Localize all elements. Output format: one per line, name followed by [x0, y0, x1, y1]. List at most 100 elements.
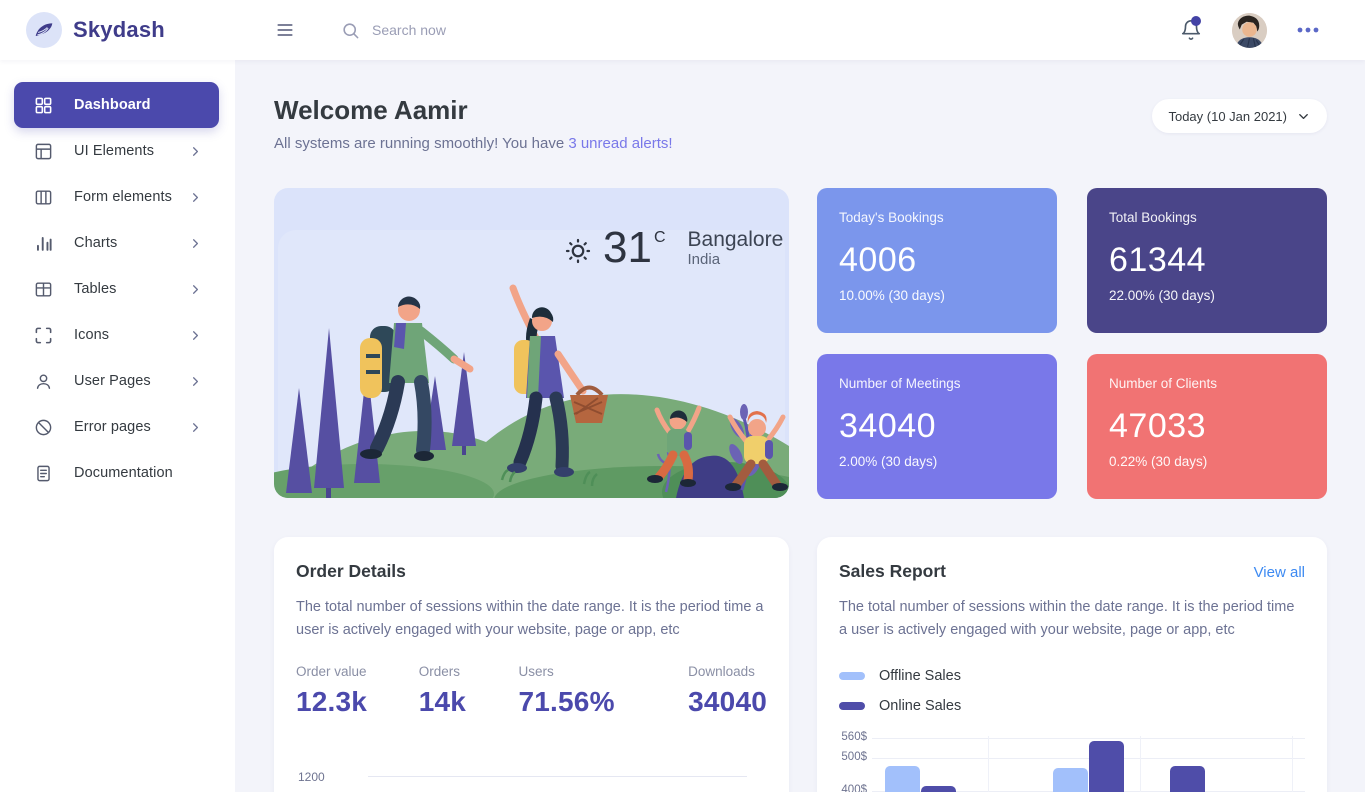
order-details-title: Order Details: [296, 561, 406, 581]
sidebar-item-documentation[interactable]: Documentation: [14, 450, 219, 496]
weather-widget: 31 C Bangalore India: [563, 226, 783, 270]
sidebar-item-label: UI Elements: [74, 143, 155, 159]
legend-item: Offline Sales: [839, 664, 1305, 688]
stat-card-number-of-meetings[interactable]: Number of Meetings 34040 2.00% (30 days): [817, 354, 1057, 499]
stat-card-today-s-bookings[interactable]: Today's Bookings 4006 10.00% (30 days): [817, 188, 1057, 333]
sidebar-item-ui-elements[interactable]: UI Elements: [14, 128, 219, 174]
table-icon: [34, 280, 53, 299]
slash-circle-icon: [34, 418, 53, 437]
stat-card-title: Number of Meetings: [839, 376, 961, 391]
ellipsis-icon[interactable]: [1297, 25, 1319, 35]
chevron-right-icon: [188, 328, 203, 343]
chevron-right-icon: [188, 420, 203, 435]
chevron-right-icon: [188, 144, 203, 159]
stat-cards-grid: Today's Bookings 4006 10.00% (30 days) T…: [817, 188, 1327, 499]
order-stat-label: Orders: [418, 663, 460, 679]
avatar[interactable]: [1232, 12, 1267, 48]
chevron-right-icon: [188, 282, 203, 297]
page-title: Welcome Aamir: [274, 95, 468, 125]
sidebar-item-icons[interactable]: Icons: [14, 312, 219, 358]
date-filter-dropdown[interactable]: Today (10 Jan 2021): [1152, 99, 1327, 133]
bar-online-sales[interactable]: [1089, 741, 1124, 792]
sidebar-item-label: User Pages: [74, 373, 151, 389]
gridline: [368, 776, 747, 778]
sidebar-item-dashboard[interactable]: Dashboard: [14, 82, 219, 128]
stat-card-change: 0.22% (30 days): [1109, 454, 1208, 470]
date-filter-label: Today (10 Jan 2021): [1168, 108, 1287, 124]
feather-icon: [34, 20, 54, 40]
grid-icon: [34, 96, 53, 115]
sidebar-item-label: Dashboard: [74, 97, 151, 113]
weather-card: 31 C Bangalore India: [274, 188, 789, 498]
notification-dot: [1191, 16, 1201, 26]
view-all-link[interactable]: View all: [1254, 564, 1305, 581]
sales-bar-chart: 560$ 500$ 400$: [839, 730, 1305, 792]
stat-card-value: 34040: [839, 407, 937, 445]
columns-icon: [34, 188, 53, 207]
brand[interactable]: Skydash: [0, 12, 235, 48]
sidebar-item-charts[interactable]: Charts: [14, 220, 219, 266]
sales-report-title: Sales Report: [839, 561, 946, 581]
legend-swatch: [839, 701, 865, 710]
chevron-right-icon: [188, 236, 203, 251]
bar-offline-sales[interactable]: [1053, 767, 1088, 792]
hamburger-menu-icon[interactable]: [275, 20, 295, 40]
sales-report-description: The total number of sessions within the …: [839, 599, 1295, 638]
sidebar-item-error-pages[interactable]: Error pages: [14, 404, 219, 450]
sidebar-item-tables[interactable]: Tables: [14, 266, 219, 312]
stat-card-change: 2.00% (30 days): [839, 454, 938, 470]
bar-chart-icon: [34, 234, 53, 253]
bar-offline-sales[interactable]: [885, 765, 920, 792]
temperature-unit: C: [653, 229, 666, 246]
stat-card-change: 22.00% (30 days): [1109, 288, 1215, 304]
sidebar-item-label: Error pages: [74, 419, 151, 435]
sidebar-item-user-pages[interactable]: User Pages: [14, 358, 219, 404]
brand-name: Skydash: [73, 17, 165, 42]
order-details-chart: 1200: [296, 770, 767, 784]
sidebar-item-label: Charts: [74, 235, 118, 251]
welcome-block: Welcome Aamir All systems are running sm…: [274, 95, 673, 152]
chevron-right-icon: [188, 190, 203, 205]
search-input[interactable]: [372, 22, 592, 38]
layout-icon: [34, 142, 53, 161]
order-stat: Orders 14k: [419, 664, 519, 718]
gridline: [988, 735, 989, 792]
legend-label: Online Sales: [879, 697, 962, 714]
stat-card-number-of-clients[interactable]: Number of Clients 47033 0.22% (30 days): [1087, 354, 1327, 499]
user-icon: [34, 372, 53, 391]
order-details-card: Order Details The total number of sessio…: [274, 537, 789, 792]
legend-item: Online Sales: [839, 694, 1305, 718]
order-stat: Users 71.56%: [519, 664, 689, 718]
page-subtitle: All systems are running smoothly! You ha…: [274, 135, 673, 152]
bar-online-sales[interactable]: [921, 785, 956, 792]
order-stat-label: Downloads: [688, 663, 755, 679]
unread-alerts-link[interactable]: 3 unread alerts!: [568, 135, 672, 152]
stat-card-total-bookings[interactable]: Total Bookings 61344 22.00% (30 days): [1087, 188, 1327, 333]
main-content: Welcome Aamir All systems are running sm…: [235, 0, 1365, 792]
order-stat-value: 14k: [418, 685, 467, 717]
skydash-logo: [26, 12, 62, 48]
gridline: [1292, 735, 1293, 792]
order-stat-value: 71.56%: [518, 685, 615, 717]
stat-card-change: 10.00% (30 days): [839, 288, 945, 304]
legend-label: Offline Sales: [879, 667, 961, 684]
search-bar: [341, 21, 592, 40]
legend-swatch: [839, 671, 865, 680]
gridline: [1140, 735, 1141, 792]
search-icon: [341, 21, 360, 40]
stat-card-value: 4006: [839, 241, 917, 279]
order-stats-row: Order value 12.3k Orders 14k Users 71.56…: [296, 664, 767, 718]
sidebar-item-label: Form elements: [74, 189, 172, 205]
order-details-description: The total number of sessions within the …: [296, 599, 764, 638]
sidebar: Dashboard UI Elements Form elements Char…: [0, 60, 235, 792]
weather-country: India: [687, 251, 721, 269]
sidebar-item-label: Documentation: [74, 465, 173, 481]
bell-icon[interactable]: [1180, 16, 1202, 41]
stat-card-value: 47033: [1109, 407, 1207, 445]
chevron-right-icon: [188, 374, 203, 389]
bar-online-sales[interactable]: [1170, 765, 1205, 792]
stat-card-title: Today's Bookings: [839, 210, 944, 225]
subtitle-text: All systems are running smoothly! You ha…: [274, 135, 565, 152]
sidebar-item-form-elements[interactable]: Form elements: [14, 174, 219, 220]
file-text-icon: [34, 464, 53, 483]
